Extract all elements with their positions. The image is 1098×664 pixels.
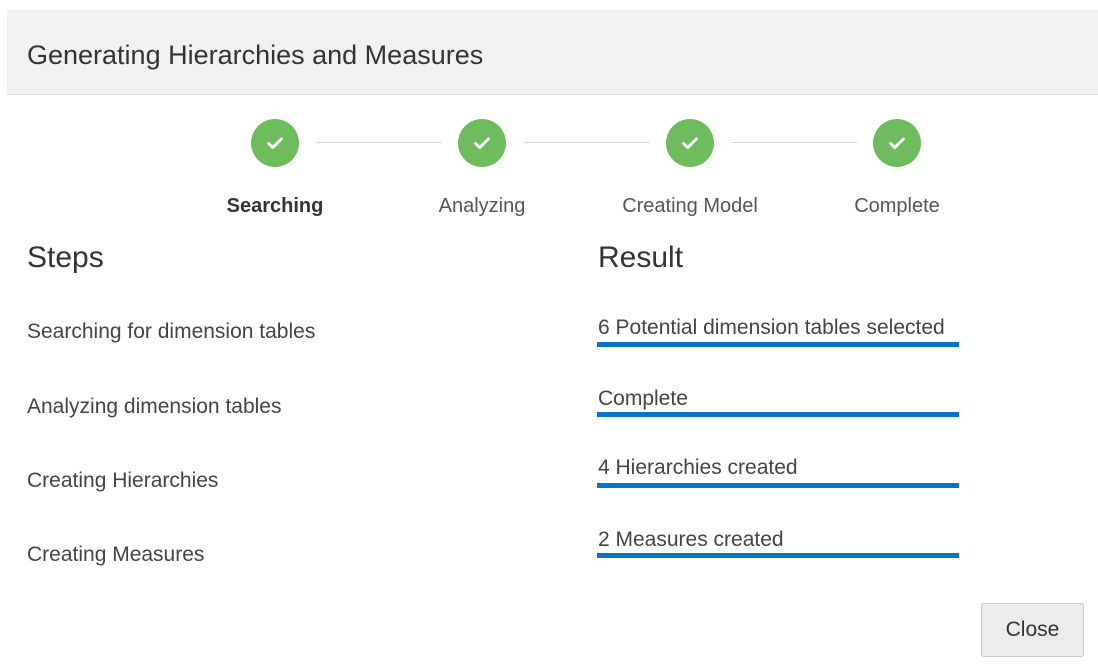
dialog-title: Generating Hierarchies and Measures bbox=[27, 40, 484, 70]
close-button[interactable]: Close bbox=[981, 603, 1084, 657]
result-progress-bar bbox=[597, 412, 959, 417]
step-complete-check-icon bbox=[873, 119, 921, 167]
generating-dialog: Generating Hierarchies and Measures Sear… bbox=[0, 0, 1098, 664]
step-label-analyzing: Analyzing bbox=[438, 195, 526, 217]
steps-heading: Steps bbox=[27, 241, 104, 274]
step-connector bbox=[316, 142, 442, 143]
step-name: Searching for dimension tables bbox=[27, 320, 316, 343]
result-heading: Result bbox=[598, 241, 684, 274]
step-analyzing-check-icon bbox=[458, 119, 506, 167]
step-name: Creating Hierarchies bbox=[27, 469, 219, 492]
result-progress-bar bbox=[597, 553, 959, 558]
result-text: 4 Hierarchies created bbox=[598, 456, 798, 479]
result-progress-bar bbox=[597, 483, 959, 488]
step-name: Creating Measures bbox=[27, 543, 205, 566]
step-label-searching: Searching bbox=[226, 195, 324, 217]
step-connector bbox=[731, 142, 857, 143]
result-progress-bar bbox=[597, 342, 959, 347]
step-label-complete: Complete bbox=[854, 195, 940, 217]
result-text: Complete bbox=[598, 387, 688, 410]
step-label-creating-model: Creating Model bbox=[622, 195, 758, 217]
step-creating-model-check-icon bbox=[666, 119, 714, 167]
step-connector bbox=[524, 142, 650, 143]
result-text: 2 Measures created bbox=[598, 528, 784, 551]
step-name: Analyzing dimension tables bbox=[27, 395, 282, 418]
dialog-header: Generating Hierarchies and Measures bbox=[7, 10, 1098, 95]
step-searching-check-icon bbox=[251, 119, 299, 167]
result-text: 6 Potential dimension tables selected bbox=[598, 316, 945, 339]
